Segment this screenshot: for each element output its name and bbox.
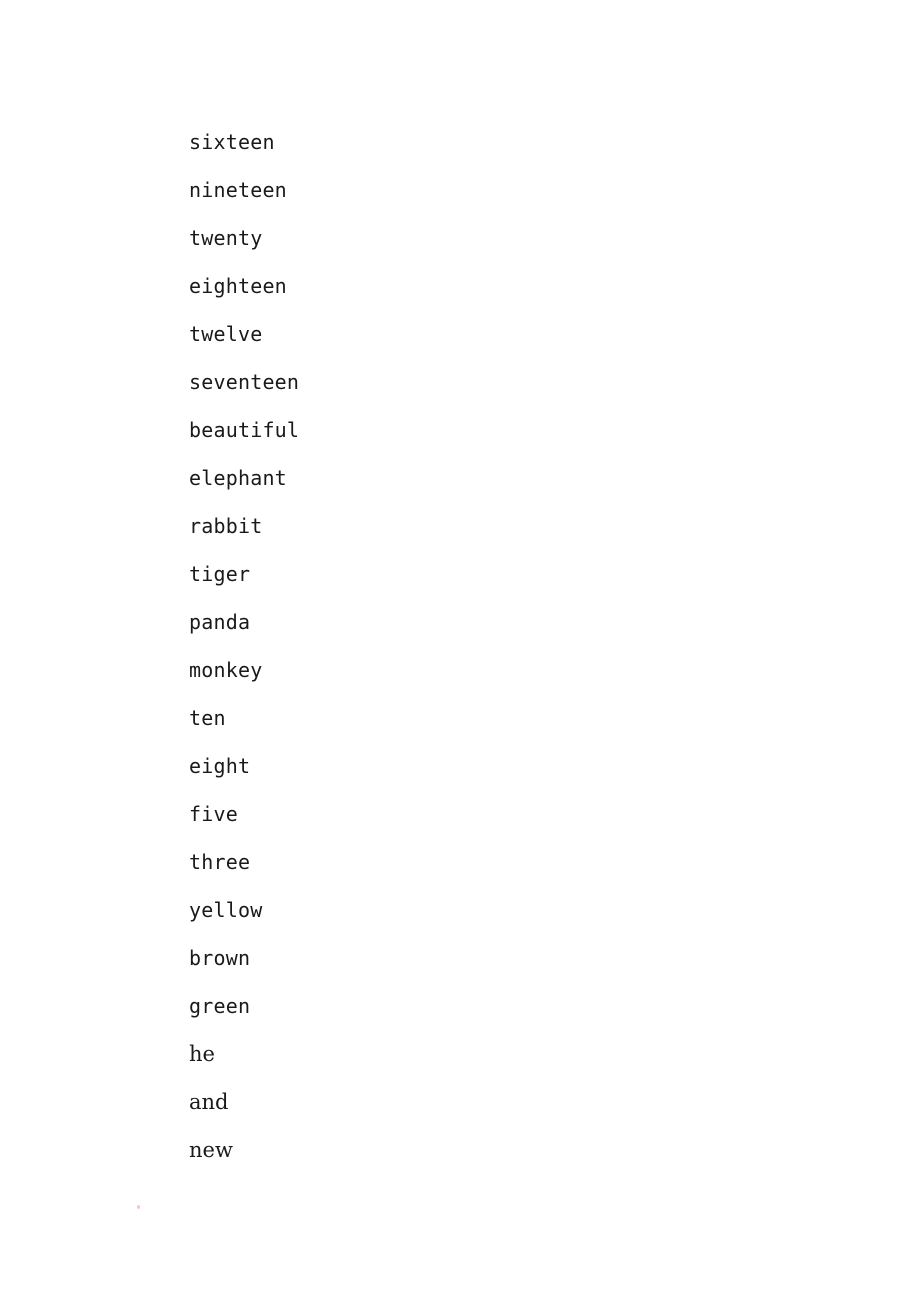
word-list-item: tiger [189,562,251,586]
word-list-item: elephant [189,466,287,490]
word-list-item: brown [189,946,251,970]
word-list-item: sixteen [189,130,275,154]
word-list-item: twenty [189,226,263,250]
vocabulary-word-list: sixteen nineteen twenty eighteen twelve seven… [189,118,299,1174]
word-list-item: three [189,850,251,874]
word-list-item: panda [189,610,251,634]
word-list-item: rabbit [189,514,263,538]
word-list-item: seventeen [189,370,300,394]
scan-speck-artifact [137,1205,140,1209]
word-list-item: ten [189,706,226,730]
word-list-item: beautiful [189,418,300,442]
word-list-item: five [189,802,238,826]
word-list-item: yellow [189,898,263,922]
word-list-item: monkey [189,658,263,682]
word-list-item: eighteen [189,274,287,298]
document-page: sixteen nineteen twenty eighteen twelve seven… [0,0,920,1302]
word-list-item: eight [189,754,251,778]
word-list-item: nineteen [189,178,287,202]
word-list-item: twelve [189,322,263,346]
word-list-item: and [189,1090,229,1114]
word-list-item: he [189,1042,215,1066]
word-list-item: green [189,994,251,1018]
word-list-item: new [189,1138,233,1162]
